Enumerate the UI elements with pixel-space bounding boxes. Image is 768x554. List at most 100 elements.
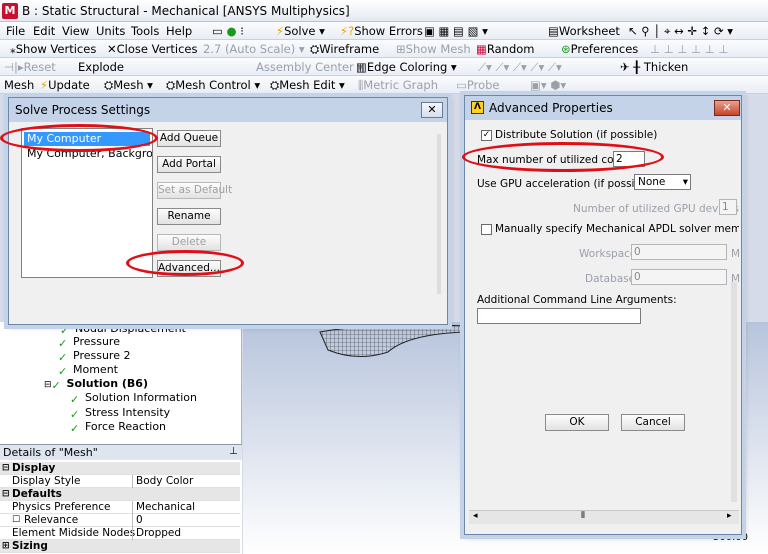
workspace-input[interactable]: 0 bbox=[631, 244, 727, 260]
edge-coloring-icon: ▥ bbox=[356, 60, 367, 74]
toolbar-mesh: Mesh ⚡Update ⛭Mesh ▾ ⛭Mesh Control ▾ ⛭Me… bbox=[0, 76, 768, 94]
moment-icon: ✓ bbox=[58, 365, 68, 378]
toolbar-view: ⊣|▸Reset Explode Assembly Center ▾ ▥Edge… bbox=[0, 58, 768, 76]
highlight-ring-advanced bbox=[126, 250, 244, 276]
wireframe-button[interactable]: ⛭Wireframe bbox=[310, 42, 379, 57]
close-icon: ✕ bbox=[722, 101, 732, 114]
details-panel: Details of "Mesh" ⊥ ⊟ Display Display Sty… bbox=[0, 444, 242, 554]
menu-help[interactable]: Help bbox=[166, 24, 192, 38]
collapse-icon: ⊟ bbox=[44, 380, 52, 390]
details-group-sizing[interactable]: ⊞ Sizing bbox=[0, 540, 240, 553]
toolbar-icon-group-6[interactable]: ▣▾ ⬢▾ bbox=[530, 78, 566, 92]
information-icon: ✓ bbox=[70, 393, 80, 406]
toolbar-icon-group-3[interactable]: ↖ ⚲ │ ⌖ ↔ ✛ ↕ ⟳ ▾ bbox=[628, 24, 733, 39]
set-as-default-button[interactable]: Set as Default bbox=[157, 182, 232, 199]
chevron-down-icon: ▾ bbox=[682, 176, 688, 188]
delete-button[interactable]: Delete bbox=[157, 234, 221, 251]
pin-icon[interactable]: ⊥ bbox=[229, 446, 238, 457]
dialog-body: ✓ Distribute Solution (if possible) Max … bbox=[469, 122, 739, 530]
close-button[interactable]: ✕ bbox=[421, 102, 443, 118]
horizontal-scrollbar[interactable]: ◂ ⦀ ▸ bbox=[469, 510, 739, 524]
worksheet-icon: ▤ bbox=[548, 24, 559, 38]
tree-item-pressure-2[interactable]: ✓ Pressure 2 bbox=[58, 349, 130, 364]
show-vertices-button[interactable]: ⁎Show Vertices bbox=[10, 42, 96, 56]
gpu-acceleration-select[interactable]: None ▾ bbox=[634, 174, 691, 190]
app-logo-icon: M bbox=[2, 3, 18, 19]
details-group-display[interactable]: ⊟ Display bbox=[0, 462, 240, 475]
add-queue-button[interactable]: Add Queue bbox=[157, 130, 221, 147]
stress-icon: ✓ bbox=[70, 408, 80, 421]
distribute-solution-label: Distribute Solution (if possible) bbox=[495, 129, 658, 141]
preferences-icon: ⊛ bbox=[561, 42, 571, 56]
add-portal-button[interactable]: Add Portal bbox=[157, 156, 221, 173]
reset-button[interactable]: ⊣|▸Reset bbox=[4, 60, 56, 74]
wireframe-icon: ⛭ bbox=[310, 42, 320, 56]
ok-button[interactable]: OK bbox=[545, 414, 609, 431]
rename-button[interactable]: Rename bbox=[157, 208, 221, 225]
tree-item-solution[interactable]: ⊟✓ Solution (B6) bbox=[44, 377, 148, 392]
command-line-input[interactable] bbox=[477, 308, 641, 324]
distribute-solution-checkbox[interactable]: ✓ bbox=[481, 130, 492, 141]
update-button[interactable]: ⚡Update bbox=[40, 78, 90, 92]
details-row-element-midside-nodes[interactable]: Element Midside Nodes Dropped bbox=[0, 527, 240, 540]
collapse-icon: ⊟ bbox=[2, 489, 10, 499]
database-input[interactable]: 0 bbox=[631, 269, 727, 285]
menu-tools[interactable]: Tools bbox=[131, 24, 159, 38]
assembly-center-dropdown[interactable]: Assembly Center ▾ bbox=[256, 60, 363, 74]
auto-scale-dropdown[interactable]: 2.7 (Auto Scale) ▾ bbox=[203, 42, 305, 56]
memory-settings-checkbox[interactable] bbox=[481, 224, 492, 235]
close-vertices-button[interactable]: ✕Close Vertices bbox=[107, 42, 198, 56]
ansys-logo-icon: Λ bbox=[471, 101, 484, 114]
highlight-ring-my-computer bbox=[0, 124, 158, 152]
menu-view[interactable]: View bbox=[62, 24, 89, 38]
random-button[interactable]: ▦Random bbox=[476, 42, 535, 56]
command-line-label: Additional Command Line Arguments: bbox=[477, 294, 677, 306]
menu-bar: File Edit View Units Tools Help ▭ ● ⁝ ⚡S… bbox=[0, 22, 768, 40]
details-row-display-style[interactable]: Display Style Body Color bbox=[0, 475, 240, 488]
tree-item-stress-intensity[interactable]: ✓ Stress Intensity bbox=[70, 406, 170, 421]
force-reaction-icon: ✓ bbox=[70, 422, 80, 435]
edge-coloring-dropdown[interactable]: ▥Edge Coloring ▾ bbox=[356, 60, 457, 74]
preferences-button[interactable]: ⊛Preferences bbox=[561, 42, 638, 56]
mesh-model[interactable] bbox=[318, 322, 468, 362]
metric-graph-button[interactable]: ⫼Metric Graph bbox=[358, 78, 438, 93]
scrollbar[interactable] bbox=[437, 134, 441, 294]
show-errors-button[interactable]: ⚡?Show Errors bbox=[340, 24, 423, 38]
mesh-edit-dropdown[interactable]: ⛭Mesh Edit ▾ bbox=[270, 78, 345, 93]
gpu-devices-input[interactable]: 1 bbox=[719, 199, 737, 215]
menu-edit[interactable]: Edit bbox=[33, 24, 55, 38]
tree-item-solution-information[interactable]: ✓ Solution Information bbox=[70, 391, 197, 406]
workspace-unit: M bbox=[731, 248, 739, 260]
tree-item-moment[interactable]: ✓ Moment bbox=[58, 363, 118, 378]
solution-icon: ✓ bbox=[51, 379, 61, 392]
close-button[interactable]: ✕ bbox=[714, 100, 740, 116]
menu-file[interactable]: File bbox=[6, 24, 25, 38]
show-mesh-button[interactable]: ⊞Show Mesh bbox=[396, 42, 471, 56]
worksheet-button[interactable]: ▤Worksheet bbox=[548, 24, 620, 38]
checkbox-icon[interactable]: ☐ bbox=[12, 514, 20, 527]
menu-units[interactable]: Units bbox=[96, 24, 125, 38]
thicken-button[interactable]: ✈ ╂ Thicken bbox=[620, 60, 688, 74]
cancel-button[interactable]: Cancel bbox=[621, 414, 685, 431]
mesh-control-dropdown[interactable]: ⛭Mesh Control ▾ bbox=[166, 78, 260, 93]
scroll-thumb[interactable]: ⦀ bbox=[581, 511, 585, 521]
scroll-left-icon[interactable]: ◂ bbox=[473, 511, 478, 521]
probe-button[interactable]: ▭Probe bbox=[456, 78, 500, 92]
toolbar-icon-group-4[interactable]: ⊥ ⊥ ⊥ ⊥ ⊥ ⊥ bbox=[650, 42, 728, 56]
expand-icon: ⊞ bbox=[2, 541, 10, 551]
tree-item-force-reaction[interactable]: ✓ Force Reaction bbox=[70, 420, 166, 435]
details-group-defaults[interactable]: ⊟ Defaults bbox=[0, 488, 240, 501]
toolbar-icon-group-2[interactable]: ▣ ▦ ▤ ▧ ▾ bbox=[424, 24, 488, 38]
title-bar: M B : Static Structural - Mechanical [AN… bbox=[0, 0, 768, 22]
vertical-scrollbar[interactable] bbox=[731, 282, 737, 502]
mesh-dropdown[interactable]: ⛭Mesh ▾ bbox=[104, 78, 153, 93]
solve-button[interactable]: ⚡Solve ▾ bbox=[276, 24, 325, 38]
gpu-acceleration-label: Use GPU acceleration (if possible) bbox=[477, 178, 655, 190]
details-row-relevance[interactable]: ☐ Relevance 0 bbox=[0, 514, 240, 527]
details-row-physics-preference[interactable]: Physics Preference Mechanical bbox=[0, 501, 240, 514]
toolbar-icon-group[interactable]: ▭ ● ⁝ bbox=[212, 24, 244, 38]
toolbar-icon-group-5[interactable]: ⟋▾ ⟋▾ ⟋▾ ⟋▾ ⟋▾ bbox=[478, 60, 562, 75]
tree-item-pressure[interactable]: ✓ Pressure bbox=[58, 335, 120, 350]
explode-label: Explode bbox=[78, 60, 124, 74]
scroll-right-icon[interactable]: ▸ bbox=[727, 511, 732, 521]
